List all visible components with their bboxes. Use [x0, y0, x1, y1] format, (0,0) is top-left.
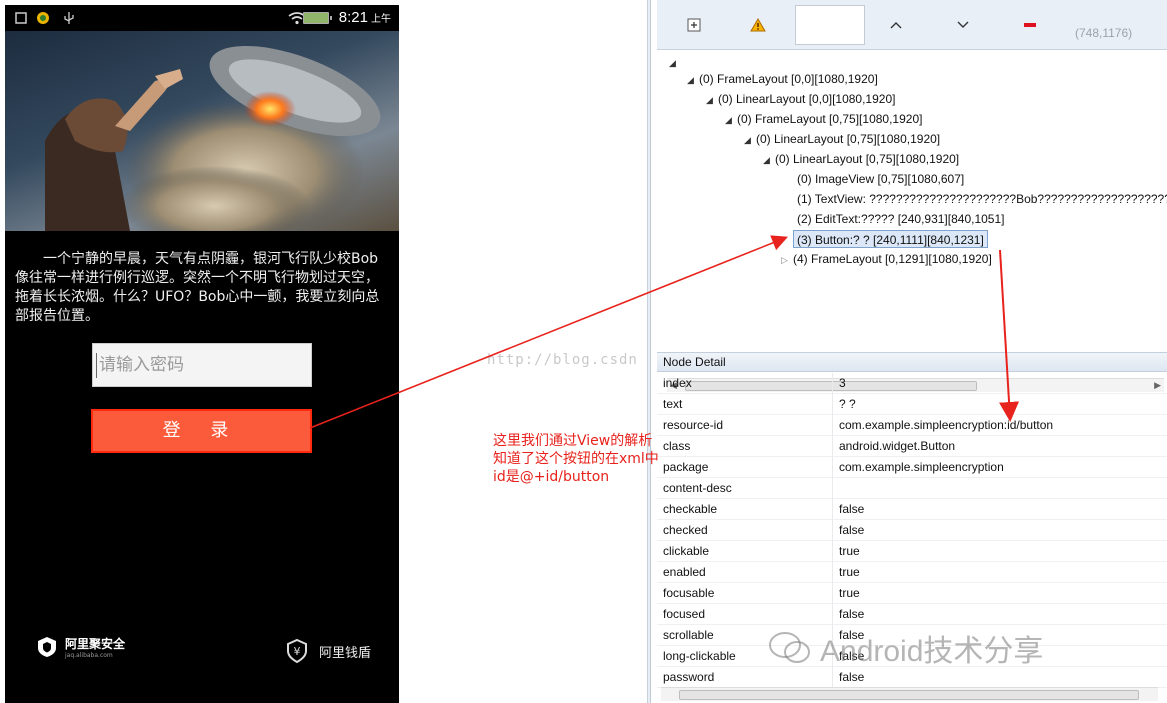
- hero-image: [5, 31, 399, 231]
- cursor-coordinates: (748,1176): [1075, 26, 1133, 40]
- ufo-illustration: [45, 45, 381, 231]
- wechat-icon: [769, 632, 810, 663]
- watermark-text: Android技术分享: [820, 635, 1044, 668]
- warning-icon[interactable]: [749, 16, 767, 34]
- password-input[interactable]: 请输入密码: [92, 343, 312, 387]
- detail-row[interactable]: focusable true: [657, 583, 1167, 604]
- panel-splitter[interactable]: [647, 0, 650, 703]
- tree-node[interactable]: ◢ (0) FrameLayout [0,0][1080,1920]: [687, 70, 878, 88]
- tree-node-imageview[interactable]: (0) ImageView [0,75][1080,607]: [797, 170, 964, 188]
- uiautomator-panel: (748,1176) ◢ ◢ (0) FrameLayout [0,0][1080…: [647, 0, 1167, 703]
- app-notification-icon: [35, 10, 51, 26]
- tree-node-textview[interactable]: (1) TextView: ??????????????????????Bob?…: [797, 190, 1167, 208]
- tree-root-node[interactable]: ◢: [669, 53, 681, 71]
- story-text: 一个宁静的早晨，天气有点阴霾，银河飞行队少校Bob像往常一样进行例行巡逻。突然一…: [15, 251, 380, 324]
- hierarchy-tree: ◢ ◢ (0) FrameLayout [0,0][1080,1920] ◢ (0)…: [657, 50, 1167, 392]
- detail-row[interactable]: checkable false: [657, 499, 1167, 520]
- password-placeholder: 请输入密码: [99, 355, 184, 375]
- usb-icon: [61, 10, 77, 26]
- shield-icon: [38, 637, 56, 657]
- collapse-triangle-icon[interactable]: ◢: [687, 71, 699, 89]
- tree-node[interactable]: ◢ (0) FrameLayout [0,75][1080,1920]: [725, 110, 922, 128]
- note-line: 这里我们通过View的解析: [493, 433, 653, 449]
- note-line: 知道了这个按钮的在xml中: [493, 451, 659, 467]
- tree-node[interactable]: ◢ (0) LinearLayout [0,75][1080,1920]: [744, 130, 940, 148]
- collapse-triangle-icon[interactable]: ◢: [669, 54, 681, 72]
- expand-all-icon[interactable]: [685, 16, 703, 34]
- minus-icon[interactable]: [1021, 16, 1039, 34]
- footer-brand-right: ¥ 阿里钱盾: [285, 638, 371, 664]
- toolbar-search-box[interactable]: [795, 5, 865, 45]
- tree-node-framelayout[interactable]: ▷ (4) FrameLayout [0,1291][1080,1920]: [781, 250, 992, 268]
- notification-square-icon: [13, 10, 29, 26]
- detail-row[interactable]: resource-id com.example.simpleencryption:…: [657, 415, 1167, 436]
- footer-left-subtitle: jaq.alibaba.com: [65, 652, 113, 659]
- tree-node-edittext[interactable]: (2) EditText:????? [240,931][840,1051]: [797, 210, 1005, 228]
- wechat-watermark: Android技术分享: [768, 626, 1043, 670]
- expand-triangle-icon[interactable]: ▷: [781, 251, 793, 269]
- footer-right-title: 阿里钱盾: [319, 645, 372, 661]
- detail-row[interactable]: password false: [657, 667, 1167, 688]
- status-time: 8:21 上午: [338, 9, 391, 26]
- detail-horizontal-scrollbar[interactable]: [661, 687, 1158, 701]
- screenshot-root: 8:21 上午 一个宁静的早晨，天气有点阴霾，银河飞行队少校Bob像往常一样进行…: [0, 0, 1167, 703]
- svg-text:¥: ¥: [294, 645, 301, 658]
- collapse-triangle-icon[interactable]: ◢: [744, 131, 756, 149]
- status-bar: 8:21 上午: [5, 5, 399, 31]
- blog-url-watermark: http://blog.csdn: [487, 352, 638, 368]
- detail-row[interactable]: checked false: [657, 520, 1167, 541]
- footer-brand-left: 阿里聚安全 jaq.alibaba.com: [35, 635, 125, 659]
- collapse-triangle-icon[interactable]: ◢: [763, 151, 775, 169]
- detail-row[interactable]: text? ?: [657, 394, 1167, 415]
- phone-screen: 8:21 上午 一个宁静的早晨，天气有点阴霾，银河飞行队少校Bob像往常一样进行…: [5, 5, 399, 703]
- detail-row[interactable]: index 3: [657, 373, 1167, 394]
- annotation-note: 这里我们通过View的解析 知道了这个按钮的在xml中 id是@+id/butt…: [493, 432, 693, 486]
- detail-row[interactable]: enabled true: [657, 562, 1167, 583]
- shield-yen-icon: ¥: [287, 638, 307, 664]
- detail-row[interactable]: package com.example.simpleencryption: [657, 457, 1167, 478]
- tree-node[interactable]: ◢ (0) LinearLayout [0,75][1080,1920]: [763, 150, 959, 168]
- detail-row[interactable]: content-desc: [657, 478, 1167, 499]
- login-button[interactable]: 登 录: [91, 409, 312, 453]
- collapse-triangle-icon[interactable]: ◢: [725, 111, 737, 129]
- detail-row[interactable]: focused false: [657, 604, 1167, 625]
- footer-left-title: 阿里聚安全: [65, 637, 126, 651]
- tree-node-button-selected[interactable]: (3) Button:? ? [240,1111][840,1231]: [793, 230, 988, 248]
- scrollbar-thumb[interactable]: [679, 690, 1139, 700]
- note-line: id是@+id/button: [493, 469, 610, 485]
- text-cursor: [96, 353, 97, 378]
- collapse-triangle-icon[interactable]: ◢: [706, 91, 718, 109]
- chevron-up-icon[interactable]: [887, 16, 905, 34]
- node-detail-header: Node Detail: [657, 352, 1167, 372]
- viewer-toolbar: (748,1176): [657, 0, 1167, 50]
- battery-icon: [303, 12, 332, 24]
- tree-node[interactable]: ◢ (0) LinearLayout [0,0][1080,1920]: [706, 90, 895, 108]
- detail-row[interactable]: class android.widget.Button: [657, 436, 1167, 457]
- detail-row[interactable]: clickable true: [657, 541, 1167, 562]
- chevron-down-icon[interactable]: [954, 16, 972, 34]
